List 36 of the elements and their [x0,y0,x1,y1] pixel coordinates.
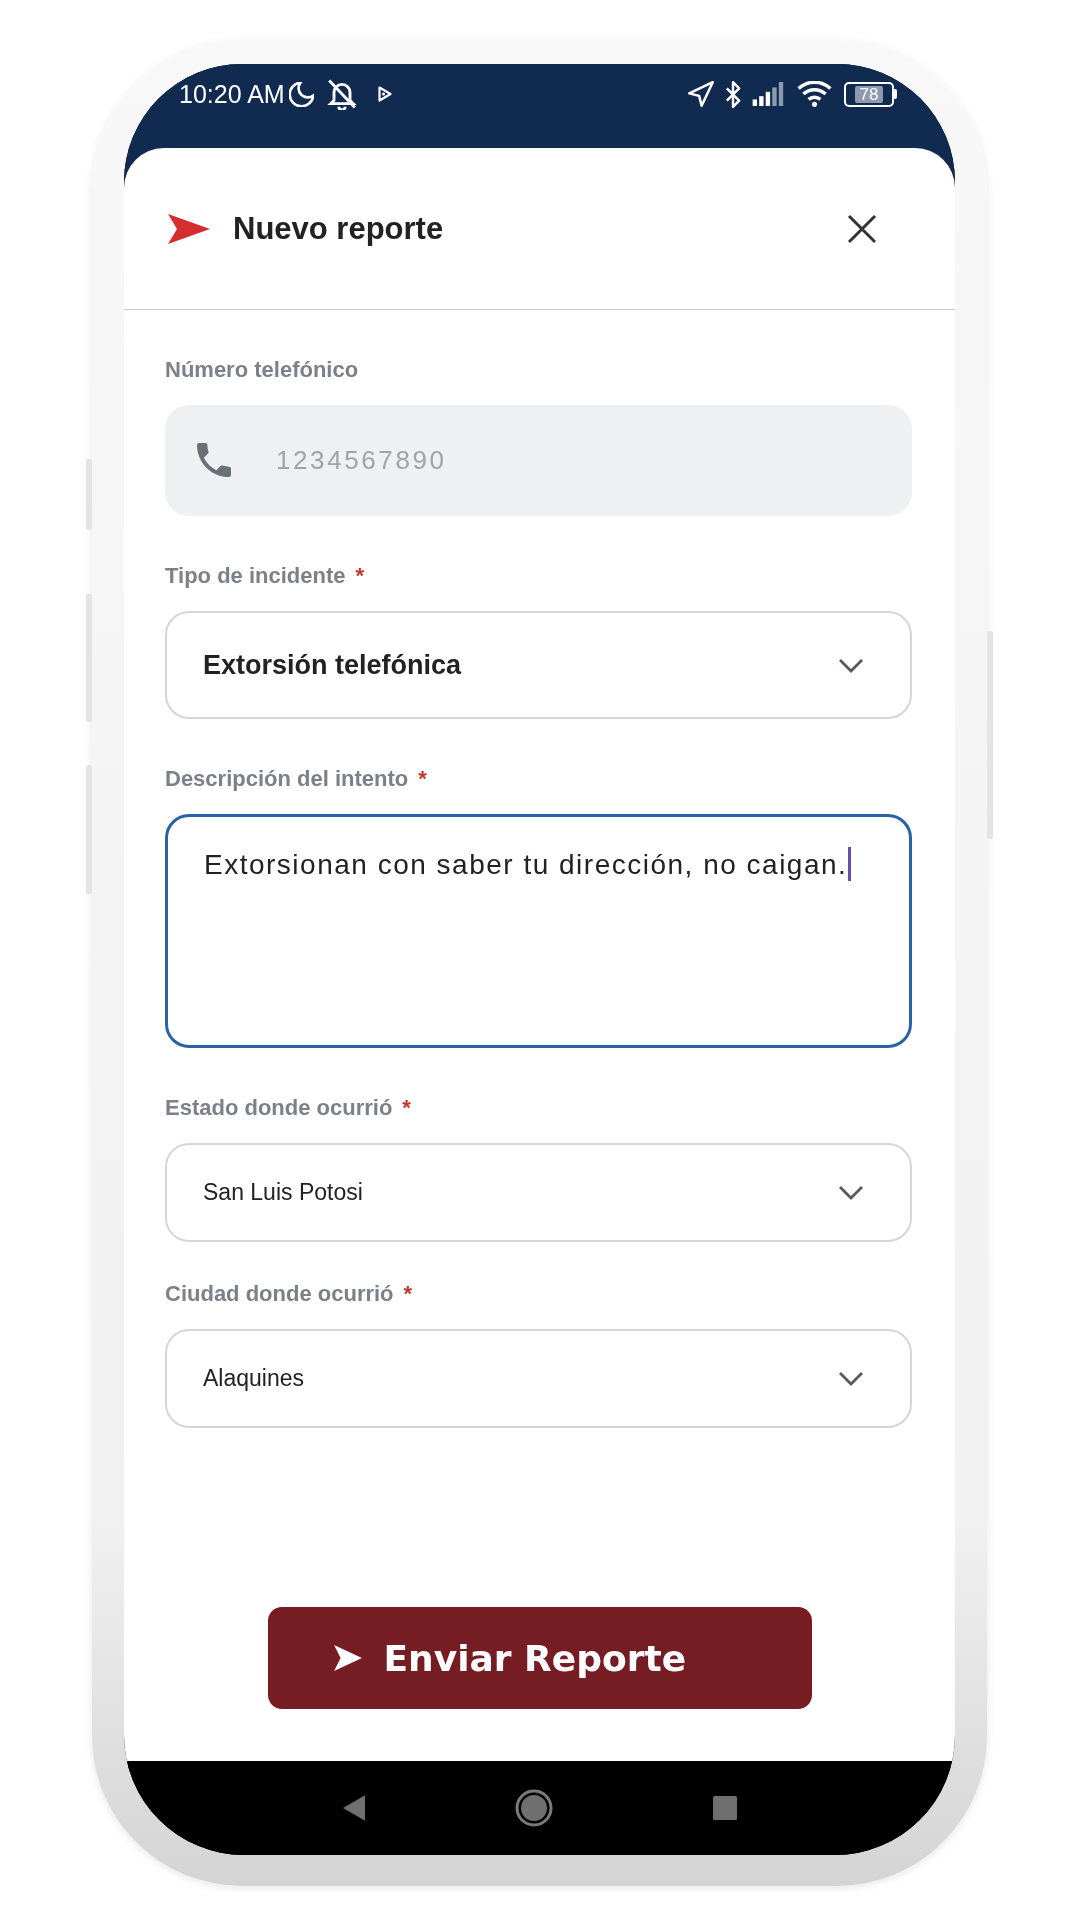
chevron-down-icon [838,1185,864,1200]
field-label: Tipo de incidente [165,563,346,589]
close-icon [846,212,878,245]
chevron-down-icon [838,1371,864,1386]
status-time: 10:20 AM [179,79,285,109]
location-arrow-icon [688,81,714,107]
submit-report-button[interactable]: Enviar Reporte [267,1607,812,1709]
dropdown-field[interactable]: San Luis Potosi [165,1143,912,1242]
field-label: Estado donde ocurrió [165,1095,393,1121]
field-label: Número telefónico [165,357,359,383]
phone-icon [197,443,231,477]
required-mark: * [418,766,427,792]
chevron-down-icon [838,657,864,673]
send-icon [333,1645,362,1671]
sheet-title: Nuevo reporte [233,210,444,247]
wifi-icon [797,81,832,107]
recent-apps-icon[interactable] [712,1796,737,1820]
text-area-field[interactable]: Extorsionan con saber tu dirección, no caigan. [165,814,912,1048]
back-icon[interactable] [342,1795,365,1821]
field-label: Descripción del intento [165,766,409,792]
required-mark: * [403,1281,413,1307]
field-label: Ciudad donde ocurrió [165,1281,394,1307]
send-icon [168,213,210,244]
bluetooth-icon [725,80,741,108]
dropdown-field[interactable]: Alaquines [165,1329,912,1428]
play-icon [377,86,392,102]
dropdown-field[interactable]: Extorsión telefónica [165,611,912,719]
text-cursor-icon [848,847,852,881]
bell-off-icon [325,78,358,110]
home-icon[interactable] [514,1789,553,1827]
phone-side-key [86,459,92,530]
moon-icon [288,81,314,107]
required-mark: * [402,1095,411,1121]
phone-field[interactable]: 1234567890 [165,405,912,516]
battery-percentage: 78 [854,85,884,103]
required-mark: * [355,563,365,589]
